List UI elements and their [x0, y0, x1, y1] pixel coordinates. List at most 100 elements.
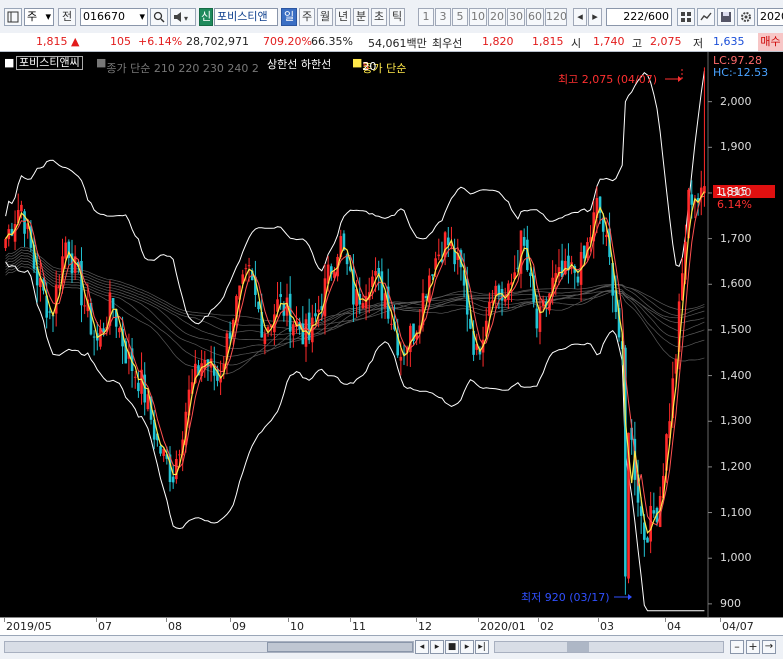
high-annotation: 최고 2,075 (04/07)	[558, 73, 658, 86]
tab-period-1[interactable]: 주	[299, 8, 315, 26]
x-tick-label: 10	[290, 620, 304, 633]
scroll-track[interactable]	[4, 641, 414, 653]
tab-number-30[interactable]: 30	[507, 8, 525, 26]
legend-stock-name: 포비스티앤씨	[16, 56, 83, 70]
market-badge: 신	[199, 8, 213, 26]
chevron-right-icon[interactable]: ▸	[588, 8, 602, 26]
candle-body	[576, 276, 580, 283]
chevron-down-icon: ▾	[45, 10, 51, 23]
chart-check-icon[interactable]	[697, 8, 715, 26]
count-field[interactable]: 222/600	[606, 8, 672, 26]
period-select[interactable]: 주 ▾	[24, 8, 54, 26]
chevron-left-icon[interactable]: ◂	[573, 8, 587, 26]
x-tick-label: 09	[232, 620, 246, 633]
x-axis: 2019/05 07 08 09 10 11 12 2020/01 02 03 04 04/07	[0, 617, 783, 636]
candle-body	[228, 332, 232, 339]
save-icon[interactable]	[717, 8, 735, 26]
x-tick-label: 12	[418, 620, 432, 633]
candle-body	[503, 299, 507, 302]
tab-period-2[interactable]: 월	[317, 8, 333, 26]
tab-number-1[interactable]: 1	[418, 8, 434, 26]
tab-number-5[interactable]: 5	[452, 8, 468, 26]
y-tick-label: 1,900	[720, 140, 752, 154]
tab-period-0[interactable]: 일	[281, 8, 297, 26]
price-chart[interactable]: ■ 포비스티앤씨 ■ 종가 단순 210 220 230 240 2 상한선 하…	[0, 52, 783, 617]
search-icon[interactable]	[150, 8, 168, 26]
candle-body	[133, 376, 137, 378]
scroll-thumb[interactable]	[267, 642, 413, 652]
candle-body	[605, 234, 608, 238]
tab-period-6[interactable]: 틱	[389, 8, 405, 26]
arrow-right-icon[interactable]: →	[762, 640, 776, 654]
fast-forward-icon[interactable]: ▸	[460, 640, 474, 654]
period-select-value: 주	[27, 10, 38, 23]
date-field[interactable]: 2020	[757, 8, 783, 26]
x-tick-label: 04/07	[722, 620, 754, 633]
ratio-value: 66.35%	[311, 35, 353, 48]
x-tick-label: 2020/01	[480, 620, 526, 633]
ref-value: 1,815	[532, 35, 564, 48]
candle-body	[437, 254, 441, 257]
tab-number-10[interactable]: 10	[469, 8, 487, 26]
tab-number-20[interactable]: 20	[488, 8, 506, 26]
volume-value: 28,702,971	[186, 35, 249, 48]
rewind-icon[interactable]: ◂	[415, 640, 429, 654]
candle-body	[535, 308, 539, 329]
tab-number-3[interactable]: 3	[435, 8, 451, 26]
candle-body	[4, 238, 7, 249]
grid-icon[interactable]	[677, 8, 695, 26]
tab-period-4[interactable]: 분	[353, 8, 369, 26]
x-tick-mark	[166, 618, 167, 622]
code-input[interactable]: 016670 ▾	[80, 8, 148, 26]
minus-icon[interactable]: –	[730, 640, 744, 654]
x-tick-mark	[4, 618, 5, 622]
volume-ratio: 709.20%	[263, 35, 312, 48]
candle-body	[92, 336, 96, 338]
y-tick-label: 900	[720, 596, 741, 610]
y-tick-label: 2,000	[720, 94, 752, 108]
change-value: 105	[110, 35, 131, 48]
candle-body	[64, 242, 67, 259]
gear-icon[interactable]	[737, 8, 755, 26]
tab-period-3[interactable]: 년	[335, 8, 351, 26]
x-tick-mark	[665, 618, 666, 622]
tab-period-5[interactable]: 초	[371, 8, 387, 26]
current-pct-tag: 6.14%	[717, 198, 752, 211]
tab-number-120[interactable]: 120	[545, 8, 567, 26]
range-slider[interactable]	[494, 641, 724, 653]
chart-menu-icon[interactable]	[4, 8, 22, 26]
candle-body	[374, 271, 377, 276]
x-tick-mark	[416, 618, 417, 622]
play-icon[interactable]: ▸	[430, 640, 444, 654]
change-percent: +6.14%	[138, 35, 183, 48]
plus-icon[interactable]: +	[746, 640, 760, 654]
y-tick-label: 1,300	[720, 414, 752, 428]
x-tick-label: 2019/05	[6, 620, 52, 633]
x-tick-mark	[538, 618, 539, 622]
high-label: 고	[632, 37, 643, 50]
next-icon[interactable]: ▸|	[475, 640, 489, 654]
candle-body	[652, 510, 656, 514]
buy-order-button[interactable]: 매수	[758, 33, 783, 51]
up-triangle-icon: ▲	[71, 35, 80, 48]
low-arrow-head	[628, 594, 632, 600]
stop-icon[interactable]: ■	[445, 640, 459, 654]
x-tick-label: 02	[540, 620, 554, 633]
x-tick-label: 03	[600, 620, 614, 633]
x-tick-mark	[720, 618, 721, 622]
price-value: 1,815	[36, 35, 68, 48]
x-tick-mark	[230, 618, 231, 622]
hc-label: HC:-12.53	[713, 66, 769, 79]
range-handle[interactable]	[567, 642, 589, 652]
candle-body	[304, 319, 308, 347]
chart-canvas[interactable]	[0, 52, 783, 617]
prefer-value: 1,820	[482, 35, 514, 48]
candle-body	[111, 297, 115, 309]
low-label: 저	[693, 37, 704, 50]
prev-button[interactable]: 전	[58, 8, 76, 26]
top-toolbar: 주 ▾ 전 016670 ▾ ▾ 신 포비스티앤 일주월년분초틱 1 3 5 10 20 30…	[0, 0, 783, 34]
y-tick-label: 1,500	[720, 322, 752, 336]
trade-value: 54,061백만	[368, 37, 427, 50]
tab-number-60[interactable]: 60	[526, 8, 544, 26]
sound-icon[interactable]: ▾	[170, 8, 196, 26]
